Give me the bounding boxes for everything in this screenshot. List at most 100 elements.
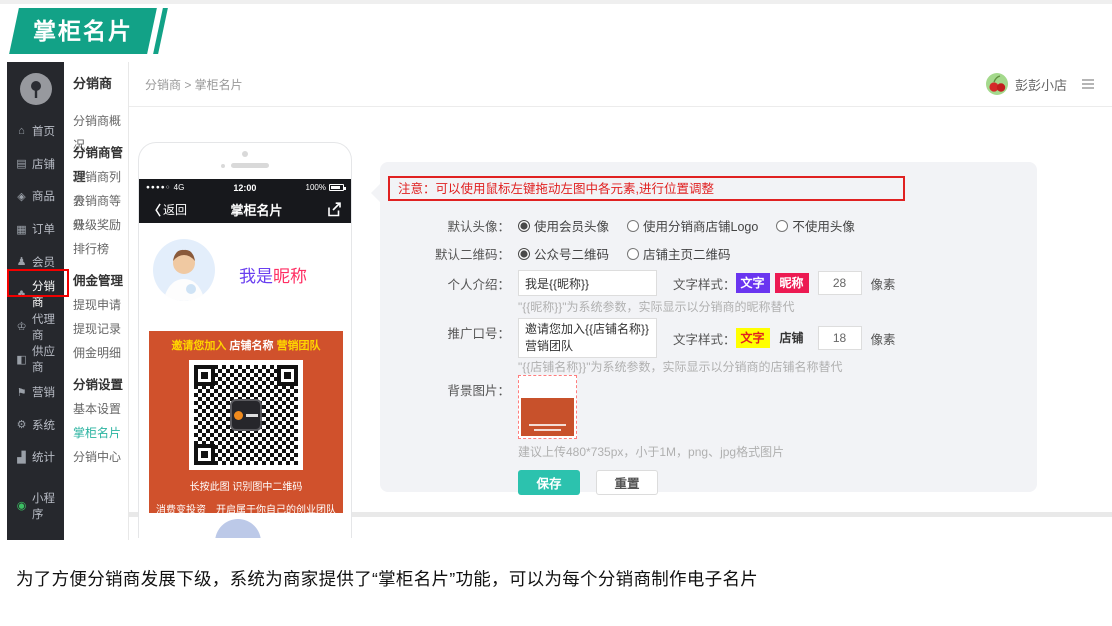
topbar-divider	[64, 106, 1112, 107]
submenu-header-settings: 分销设置	[73, 373, 128, 397]
share-icon[interactable]	[326, 202, 342, 217]
battery-icon	[329, 184, 344, 191]
nickname-value: 昵称	[273, 267, 307, 286]
members-icon: ♟	[15, 255, 28, 268]
intro-label: 个人介绍：	[380, 274, 510, 293]
phone-status-bar: ●●●●○ 4G 12:00 100%	[139, 179, 351, 196]
qr-center-logo-icon	[230, 399, 262, 431]
sidebar-item-orders[interactable]: ▦ 订单	[7, 213, 64, 246]
default-avatar-label: 默认头像：	[380, 216, 510, 235]
sidebar-item-label: 系统	[32, 417, 55, 433]
preview-avatar[interactable]	[153, 239, 215, 301]
submenu-item-withdraw-record[interactable]: 提现记录	[73, 317, 128, 341]
radio-input[interactable]	[518, 220, 530, 232]
sidebar-item-agent[interactable]: ♔代理商	[7, 311, 64, 344]
intro-row: 个人介绍： 文字样式： 文字 昵称 像素	[380, 270, 1037, 296]
submenu-item-list[interactable]: 分销商列表	[73, 165, 128, 189]
sidebar-item-system[interactable]: ⚙ 系统	[7, 408, 64, 441]
topbar: 分销商 > 掌柜名片 彭彭小店	[129, 62, 1112, 106]
style-label: 文字样式：	[673, 274, 736, 293]
radio-input[interactable]	[518, 248, 530, 260]
system-icon: ⚙	[15, 418, 28, 431]
sidebar-item-label: 首页	[32, 123, 55, 139]
intro-nickname-color-chip[interactable]: 昵称	[775, 273, 809, 293]
radio-shop-home-qr[interactable]: 店铺主页二维码	[627, 244, 731, 263]
breadcrumb[interactable]: 分销商 > 掌柜名片	[145, 76, 243, 93]
submenu-item-basic-settings[interactable]: 基本设置	[73, 397, 128, 421]
submenu-item-withdraw-apply[interactable]: 提现申请	[73, 293, 128, 317]
intro-font-size-input[interactable]	[818, 271, 862, 295]
submenu-item-ranking[interactable]: 排行榜	[73, 237, 128, 261]
sidebar-item-goods[interactable]: ◈商品	[7, 180, 64, 213]
radio-no-avatar[interactable]: 不使用头像	[776, 216, 855, 235]
qr-finder-icon	[277, 365, 298, 386]
qr-code[interactable]	[189, 360, 303, 470]
sidebar-item-home[interactable]: ⌂ 首页	[7, 115, 64, 148]
save-button[interactable]: 保存	[518, 470, 580, 495]
main-sidebar: ⌂首页 ▤店铺 ◈商品 ▦订单 ♟会员 ♣分销商 ♔代理商 ◧供应商 ⚑营销 ⚙…	[7, 62, 64, 540]
page: 掌柜名片 ⌂首页 ▤店铺 ◈商品 ▦订单 ♟会员 ♣分销商 ♔代理商 ◧供应商 …	[0, 0, 1112, 626]
intro-input[interactable]	[518, 270, 657, 296]
radio-use-shop-logo[interactable]: 使用分销商店铺Logo	[627, 216, 758, 235]
radio-input[interactable]	[627, 220, 639, 232]
window-top-edge	[0, 0, 1112, 4]
style-label: 文字样式：	[673, 329, 736, 348]
submenu-header-management: 分销商管理	[73, 141, 128, 165]
settings-panel: 注意：可以使用鼠标左键拖动左图中各元素,进行位置调整 默认头像： 使用会员头像 …	[380, 162, 1037, 492]
radio-input[interactable]	[776, 220, 788, 232]
slogan-row: 推广口号： 邀请您加入{{店铺名称}}营销团队 文字样式： 文字 店铺 像素	[380, 318, 1037, 358]
background-row: 背景图片：	[380, 375, 1037, 439]
invite-prefix: 邀请您加入	[171, 340, 226, 352]
sub-sidebar: 分销商 分销商概况 分销商管理 分销商列表 分销商等级 升级奖励 排行榜 佣金管…	[64, 62, 129, 540]
back-chevron-icon: 〈	[148, 200, 161, 219]
supplier-icon: ◧	[15, 353, 28, 366]
submenu-item-upgrade-reward[interactable]: 升级奖励	[73, 213, 128, 237]
submenu-title: 分销商	[73, 62, 128, 106]
submenu-item-distribution-center[interactable]: 分销中心	[73, 445, 128, 469]
sidebar-item-shop[interactable]: ▤店铺	[7, 148, 64, 181]
menu-icon[interactable]	[1082, 79, 1094, 89]
user-name: 彭彭小店	[1015, 75, 1067, 94]
sidebar-item-label: 会员	[32, 254, 55, 270]
radio-use-member-avatar[interactable]: 使用会员头像	[518, 216, 609, 235]
back-button[interactable]: 〈 返回	[148, 200, 187, 219]
radio-input[interactable]	[627, 248, 639, 260]
intro-style-group: 文字样式： 文字 昵称 像素	[673, 271, 896, 295]
avatar	[986, 73, 1008, 95]
slogan-text-color-chip[interactable]: 文字	[736, 328, 770, 348]
app-logo-icon	[18, 71, 54, 107]
slogan-font-size-input[interactable]	[818, 326, 862, 350]
submenu-item-overview[interactable]: 分销商概况	[73, 109, 128, 133]
slogan-textarea[interactable]: 邀请您加入{{店铺名称}}营销团队	[518, 318, 657, 358]
submenu-item-commission-detail[interactable]: 佣金明细	[73, 341, 128, 365]
sidebar-item-stats[interactable]: ▟统计	[7, 441, 64, 474]
user-menu[interactable]: 彭彭小店	[986, 73, 1094, 95]
sidebar-item-label: 营销	[32, 384, 55, 400]
orders-icon: ▦	[15, 223, 28, 236]
slogan-label: 推广口号：	[380, 318, 510, 342]
form-actions: 保存 重置	[518, 470, 1037, 495]
sidebar-item-supplier[interactable]: ◧供应商	[7, 343, 64, 376]
sidebar-item-label: 订单	[32, 221, 55, 237]
network-label: 4G	[174, 183, 185, 192]
submenu-item-business-card[interactable]: 掌柜名片	[73, 421, 128, 445]
submenu-header-commission: 佣金管理	[73, 269, 128, 293]
slogan-shop-color-chip[interactable]: 店铺	[775, 328, 809, 348]
radio-official-account-qr[interactable]: 公众号二维码	[518, 244, 609, 263]
default-qrcode-row: 默认二维码： 公众号二维码 店铺主页二维码	[380, 244, 1037, 263]
sidebar-item-marketing[interactable]: ⚑营销	[7, 376, 64, 409]
background-upload[interactable]	[518, 375, 577, 439]
background-thumb-top	[521, 378, 574, 398]
intro-text-color-chip[interactable]: 文字	[736, 273, 770, 293]
reset-button[interactable]: 重置	[596, 470, 658, 495]
submenu-item-level[interactable]: 分销商等级	[73, 189, 128, 213]
preview-nickname[interactable]: 我是昵称	[239, 262, 307, 287]
invite-shop-name: 店铺名称	[230, 340, 274, 352]
qr-scan-tip: 长按此图 识别图中二维码	[149, 478, 343, 493]
sidebar-item-label: 代理商	[32, 311, 64, 343]
sidebar-item-miniprogram[interactable]: ◉小程序	[7, 490, 64, 523]
invite-banner[interactable]: 邀请您加入 店铺名称 营销团队 长按此图 识别图中二维码 消费变投资 开启属于你…	[149, 331, 343, 513]
drag-notice: 注意：可以使用鼠标左键拖动左图中各元素,进行位置调整	[388, 176, 905, 201]
home-icon: ⌂	[15, 125, 28, 137]
sidebar-item-label: 商品	[32, 188, 55, 204]
